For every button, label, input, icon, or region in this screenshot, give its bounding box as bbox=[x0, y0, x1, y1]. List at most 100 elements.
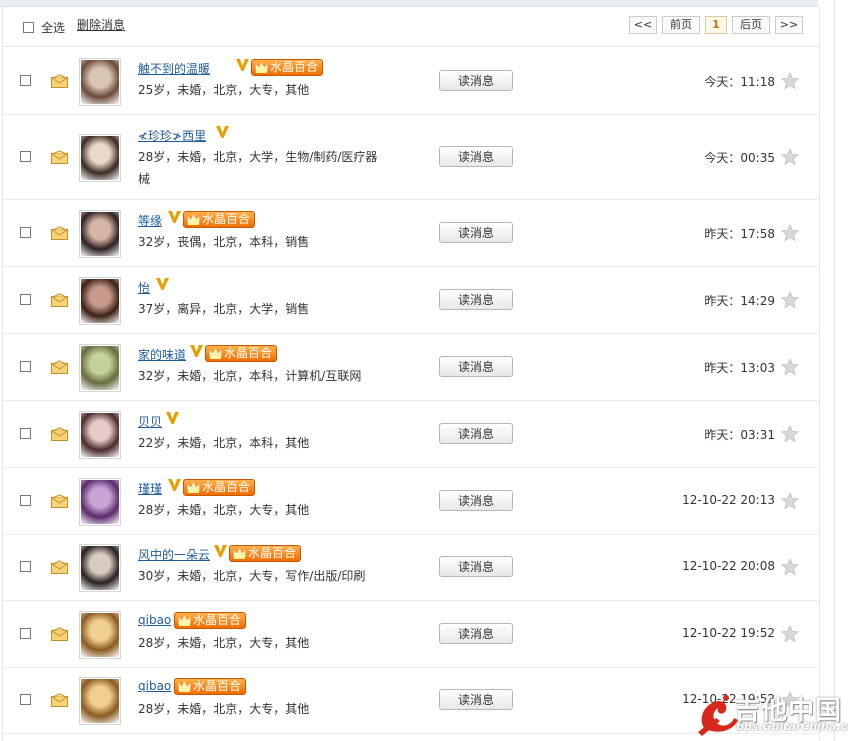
read-message-button[interactable]: 读消息 bbox=[439, 623, 513, 644]
vip-v-icon bbox=[168, 479, 181, 491]
message-checkbox[interactable] bbox=[20, 151, 31, 162]
user-info: 28岁，未婚，北京，大学，生物/制药/医疗器械 bbox=[138, 150, 378, 186]
message-checkbox[interactable] bbox=[20, 694, 31, 705]
user-info: 28岁，未婚，北京，大专，其他 bbox=[138, 503, 310, 517]
message-checkbox[interactable] bbox=[20, 428, 31, 439]
user-name-link[interactable]: 怡 bbox=[138, 279, 150, 296]
user-avatar[interactable] bbox=[79, 677, 121, 725]
user-info: 30岁，未婚，北京，大专，写作/出版/印刷 bbox=[138, 569, 366, 583]
user-name-link[interactable]: 风中的一朵云 bbox=[138, 546, 210, 563]
user-info: 22岁，未婚，北京，本科，其他 bbox=[138, 436, 310, 450]
user-name-link[interactable]: ≮珍珍≯西里 bbox=[138, 127, 206, 144]
message-row: 瑾瑾 水晶百合 28岁，未婚，北京，大专，其他 读消息 12-10-22 20:13 bbox=[3, 467, 819, 535]
envelope-icon bbox=[51, 693, 68, 707]
message-time: 12-10-22 19:52 bbox=[682, 626, 775, 640]
message-time: 12-10-22 20:13 bbox=[682, 493, 775, 507]
next-page-button[interactable]: 后页 bbox=[732, 16, 770, 34]
crystal-lily-badge: 水晶百合 bbox=[183, 211, 256, 228]
message-panel: 全选 删除消息 << 前页 1 后页 >> 触不到的温暖 水晶百合 25岁，未婚，北… bbox=[2, 6, 820, 741]
message-checkbox[interactable] bbox=[20, 75, 31, 86]
last-page-button[interactable]: >> bbox=[775, 16, 803, 34]
user-name-link[interactable]: 触不到的温暖 bbox=[138, 60, 210, 77]
star-icon[interactable] bbox=[781, 223, 799, 242]
star-icon[interactable] bbox=[781, 557, 799, 576]
user-info: 25岁，未婚，北京，大专，其他 bbox=[138, 83, 310, 97]
star-icon[interactable] bbox=[781, 624, 799, 643]
read-message-button[interactable]: 读消息 bbox=[439, 689, 513, 710]
user-avatar[interactable] bbox=[79, 611, 121, 659]
message-checkbox[interactable] bbox=[20, 628, 31, 639]
envelope-icon bbox=[51, 627, 68, 641]
envelope-icon bbox=[51, 74, 68, 88]
crown-icon bbox=[233, 548, 246, 559]
vip-v-icon bbox=[216, 126, 229, 138]
delete-messages-link[interactable]: 删除消息 bbox=[77, 16, 125, 33]
crystal-lily-badge: 水晶百合 bbox=[174, 612, 247, 629]
crown-icon bbox=[255, 62, 268, 73]
vip-v-icon bbox=[190, 345, 203, 357]
page-divider bbox=[834, 0, 835, 741]
user-name-link[interactable]: 等缘 bbox=[138, 212, 162, 229]
select-all-label[interactable]: 全选 bbox=[41, 19, 65, 36]
message-checkbox[interactable] bbox=[20, 294, 31, 305]
read-message-button[interactable]: 读消息 bbox=[439, 70, 513, 91]
envelope-icon bbox=[51, 226, 68, 240]
user-info: 28岁，未婚，北京，大专，其他 bbox=[138, 702, 310, 716]
message-checkbox[interactable] bbox=[20, 361, 31, 372]
read-message-button[interactable]: 读消息 bbox=[439, 490, 513, 511]
crystal-lily-badge: 水晶百合 bbox=[251, 59, 324, 76]
message-time: 昨天：03:31 bbox=[704, 428, 775, 442]
message-time: 今天：11:18 bbox=[704, 75, 775, 89]
message-checkbox[interactable] bbox=[20, 561, 31, 572]
message-time: 今天：00:35 bbox=[704, 151, 775, 165]
user-avatar[interactable] bbox=[79, 277, 121, 325]
user-info: 32岁，未婚，北京，本科，计算机/互联网 bbox=[138, 369, 362, 383]
user-avatar[interactable] bbox=[79, 544, 121, 592]
vip-v-icon bbox=[236, 59, 249, 71]
read-message-button[interactable]: 读消息 bbox=[439, 289, 513, 310]
user-avatar[interactable] bbox=[79, 210, 121, 258]
read-message-button[interactable]: 读消息 bbox=[439, 423, 513, 444]
star-icon[interactable] bbox=[781, 424, 799, 443]
vip-v-icon bbox=[214, 545, 227, 557]
read-message-button[interactable]: 读消息 bbox=[439, 146, 513, 167]
envelope-icon bbox=[51, 560, 68, 574]
crystal-lily-badge: 水晶百合 bbox=[174, 678, 247, 695]
user-avatar[interactable] bbox=[79, 411, 121, 459]
user-avatar[interactable] bbox=[79, 134, 121, 182]
envelope-icon bbox=[51, 150, 68, 164]
user-info: 28岁，未婚，北京，大专，其他 bbox=[138, 636, 310, 650]
user-avatar[interactable] bbox=[79, 478, 121, 526]
select-all-checkbox[interactable] bbox=[23, 22, 34, 33]
message-row: ≮珍珍≯西里 28岁，未婚，北京，大学，生物/制药/医疗器械 读消息 今天：00:35 bbox=[3, 114, 819, 200]
message-row: 等缘 水晶百合 32岁，丧偶，北京，本科，销售 读消息 昨天：17:58 bbox=[3, 199, 819, 267]
user-name-link[interactable]: 家的味道 bbox=[138, 346, 186, 363]
star-icon[interactable] bbox=[781, 290, 799, 309]
read-message-button[interactable]: 读消息 bbox=[439, 556, 513, 577]
user-avatar[interactable] bbox=[79, 344, 121, 392]
star-icon[interactable] bbox=[781, 357, 799, 376]
vip-v-icon bbox=[166, 412, 179, 424]
message-time: 昨天：13:03 bbox=[704, 361, 775, 375]
first-page-button[interactable]: << bbox=[629, 16, 657, 34]
user-avatar[interactable] bbox=[79, 58, 121, 106]
star-icon[interactable] bbox=[781, 147, 799, 166]
star-icon[interactable] bbox=[781, 71, 799, 90]
user-name-link[interactable]: qibao bbox=[138, 613, 171, 627]
star-icon[interactable] bbox=[781, 491, 799, 510]
message-checkbox[interactable] bbox=[20, 495, 31, 506]
watermark-site: bbs.GuitarChina.com bbox=[736, 720, 848, 733]
prev-page-button[interactable]: 前页 bbox=[662, 16, 700, 34]
user-name-link[interactable]: qibao bbox=[138, 679, 171, 693]
message-checkbox[interactable] bbox=[20, 227, 31, 238]
crown-icon bbox=[178, 681, 191, 692]
message-row: 风中的一朵云 水晶百合 30岁，未婚，北京，大专，写作/出版/印刷 读消息 12-10-… bbox=[3, 533, 819, 601]
crown-icon bbox=[187, 214, 200, 225]
user-name-link[interactable]: 瑾瑾 bbox=[138, 480, 162, 497]
vip-v-icon bbox=[168, 211, 181, 223]
read-message-button[interactable]: 读消息 bbox=[439, 356, 513, 377]
read-message-button[interactable]: 读消息 bbox=[439, 222, 513, 243]
user-name-link[interactable]: 贝贝 bbox=[138, 413, 162, 430]
crown-icon bbox=[209, 348, 222, 359]
current-page-number[interactable]: 1 bbox=[705, 16, 727, 34]
